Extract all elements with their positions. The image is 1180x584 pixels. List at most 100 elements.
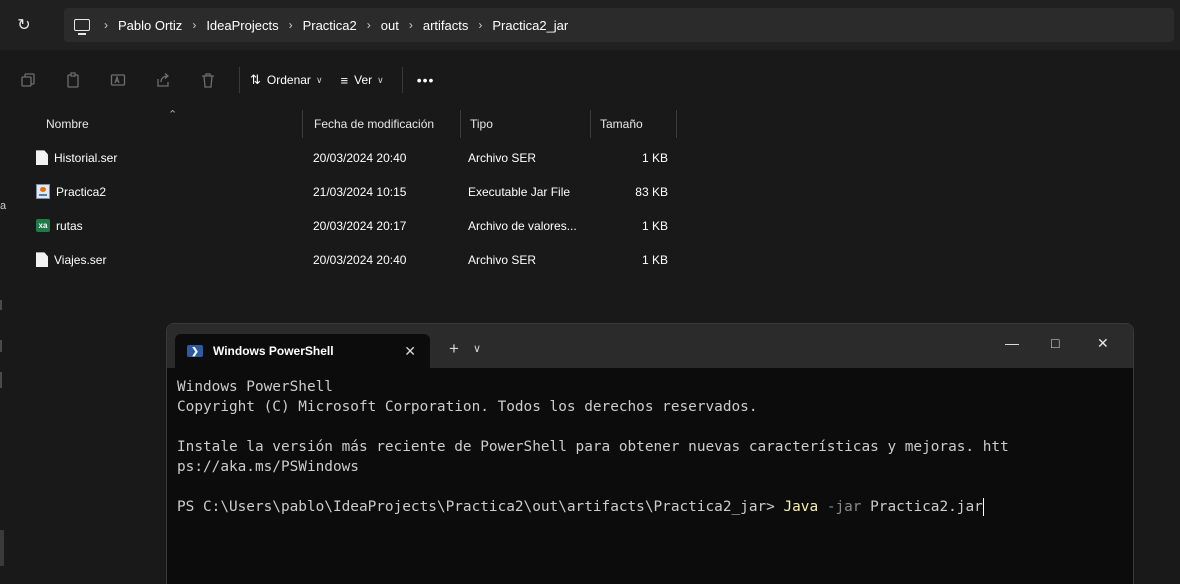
terminal-prompt: PS C:\Users\pablo\IdeaProjects\Practica2… <box>177 499 784 515</box>
sort-up-caret-icon: ⌃ <box>168 109 178 121</box>
chevron-down-icon[interactable]: ∨ <box>473 342 481 355</box>
toolbar-divider <box>401 67 403 93</box>
java-jar-icon <box>36 184 50 200</box>
chevron-right-icon[interactable]: › <box>478 18 482 32</box>
terminal-line: ps://aka.ms/PSWindows <box>177 459 359 475</box>
powershell-window[interactable]: ❯ Windows PowerShell ✕ + ∨ — □ ✕ Windows… <box>166 323 1134 584</box>
command-argument: Practica2.jar <box>870 499 983 515</box>
file-name-cell: Historial.ser <box>36 141 117 175</box>
address-bar-region: ↻ › Pablo Ortiz › IdeaProjects › Practic… <box>0 0 1180 50</box>
column-header-type[interactable]: Tipo <box>464 110 493 138</box>
file-type: Archivo SER <box>468 253 537 267</box>
new-tab-icon[interactable]: + <box>449 339 459 359</box>
copy-icon[interactable] <box>11 63 45 97</box>
terminal-titlebar[interactable]: ❯ Windows PowerShell ✕ + ∨ — □ ✕ <box>167 324 1133 368</box>
chevron-right-icon[interactable]: › <box>367 18 371 32</box>
minimize-icon[interactable]: — <box>1005 335 1019 351</box>
file-date: 21/03/2024 10:15 <box>313 185 407 199</box>
chevron-right-icon[interactable]: › <box>104 18 108 32</box>
chevron-down-icon: ∨ <box>315 74 323 85</box>
breadcrumb-item[interactable]: out <box>381 18 399 33</box>
file-icon <box>36 252 48 268</box>
column-divider[interactable] <box>460 110 461 138</box>
sort-arrows-icon: ⇅ <box>250 72 261 87</box>
delete-icon[interactable] <box>191 63 225 97</box>
column-header-date[interactable]: Fecha de modificación <box>308 110 434 138</box>
breadcrumb-item[interactable]: Pablo Ortiz <box>118 18 182 33</box>
refresh-button[interactable]: ↻ <box>6 7 42 43</box>
more-options-icon[interactable]: ••• <box>417 72 435 88</box>
file-type: Archivo SER <box>468 151 537 165</box>
text-cursor <box>982 498 984 516</box>
rename-icon[interactable] <box>101 63 135 97</box>
terminal-tab[interactable]: ❯ Windows PowerShell ✕ <box>175 334 430 368</box>
file-name-cell: Practica2 <box>36 175 106 209</box>
terminal-line: Copyright (C) Microsoft Corporation. Tod… <box>177 399 758 415</box>
file-name-cell: xa rutas <box>36 209 83 243</box>
nav-pane-edge <box>0 372 2 388</box>
close-tab-icon[interactable]: ✕ <box>404 343 416 360</box>
file-name: Historial.ser <box>54 151 118 165</box>
breadcrumb-item[interactable]: IdeaProjects <box>206 18 278 33</box>
terminal-output[interactable]: Windows PowerShell Copyright (C) Microsof… <box>177 377 1127 517</box>
terminal-line: Instale la versión más reciente de Power… <box>177 439 1009 455</box>
nav-pane-edge <box>0 300 2 310</box>
column-divider[interactable] <box>302 110 303 138</box>
this-pc-icon[interactable] <box>74 19 90 35</box>
command-flag: -jar <box>826 499 862 515</box>
file-size: 1 KB <box>641 219 668 233</box>
file-name-cell: Viajes.ser <box>36 243 106 277</box>
nav-pane-edge <box>0 530 4 566</box>
file-date: 20/03/2024 20:17 <box>313 219 407 233</box>
chevron-down-icon: ∨ <box>377 74 384 85</box>
command-bar: ⇅ Ordenar ∨ ≡ Ver ∨ ••• <box>0 54 1180 106</box>
sort-button[interactable]: ⇅ Ordenar ∨ <box>250 72 323 88</box>
file-icon <box>36 150 48 166</box>
column-header-name[interactable]: Nombre <box>40 110 89 138</box>
terminal-line: Windows PowerShell <box>177 379 333 395</box>
sort-label: Ordenar <box>266 73 311 87</box>
breadcrumb[interactable]: › Pablo Ortiz › IdeaProjects › Practica2… <box>64 8 1174 42</box>
file-date: 20/03/2024 20:40 <box>313 151 407 165</box>
close-window-icon[interactable]: ✕ <box>1097 335 1109 352</box>
file-row[interactable]: Viajes.ser 20/03/2024 20:40 Archivo SER … <box>0 243 1180 277</box>
file-size: 1 KB <box>641 151 668 165</box>
chevron-right-icon[interactable]: › <box>192 18 196 32</box>
file-type: Archivo de valores... <box>468 219 577 233</box>
file-name: rutas <box>56 219 83 233</box>
breadcrumb-item[interactable]: artifacts <box>423 18 469 33</box>
file-row[interactable]: Practica2 21/03/2024 10:15 Executable Ja… <box>0 175 1180 209</box>
file-date: 20/03/2024 20:40 <box>313 253 407 267</box>
file-name: Viajes.ser <box>54 253 107 267</box>
terminal-command-line[interactable]: PS C:\Users\pablo\IdeaProjects\Practica2… <box>177 497 1127 517</box>
nav-pane-fragment: a <box>0 200 7 212</box>
excel-csv-icon: xa <box>36 219 50 233</box>
breadcrumb-item[interactable]: Practica2 <box>303 18 357 33</box>
file-row[interactable]: xa rutas 20/03/2024 20:17 Archivo de valo… <box>0 209 1180 243</box>
file-size: 83 KB <box>635 185 668 199</box>
view-button[interactable]: ≡ Ver ∨ <box>341 73 384 88</box>
maximize-icon[interactable]: □ <box>1051 335 1059 351</box>
tab-title: Windows PowerShell <box>213 344 334 358</box>
view-label: Ver <box>354 73 373 87</box>
file-name: Practica2 <box>56 185 107 199</box>
breadcrumb-item[interactable]: Practica2_jar <box>492 18 568 33</box>
powershell-icon: ❯ <box>187 345 203 357</box>
file-size: 1 KB <box>641 253 668 267</box>
terminal-line: ​ <box>177 477 1127 497</box>
paste-icon[interactable] <box>56 63 90 97</box>
list-view-icon: ≡ <box>340 72 349 88</box>
command-name: Java <box>783 499 819 515</box>
column-divider[interactable] <box>590 110 591 138</box>
toolbar-divider <box>239 67 240 93</box>
file-type: Executable Jar File <box>468 185 571 199</box>
column-divider[interactable] <box>676 110 677 138</box>
nav-pane-edge <box>0 340 2 352</box>
chevron-right-icon[interactable]: › <box>409 18 413 32</box>
column-headers: ⌃ Nombre Fecha de modificación Tipo Tama… <box>0 109 1180 138</box>
terminal-line: ​ <box>177 417 1127 437</box>
column-header-size[interactable]: Tamaño <box>594 110 643 138</box>
file-row[interactable]: Historial.ser 20/03/2024 20:40 Archivo S… <box>0 141 1180 175</box>
share-icon[interactable] <box>146 63 180 97</box>
chevron-right-icon[interactable]: › <box>289 18 293 32</box>
